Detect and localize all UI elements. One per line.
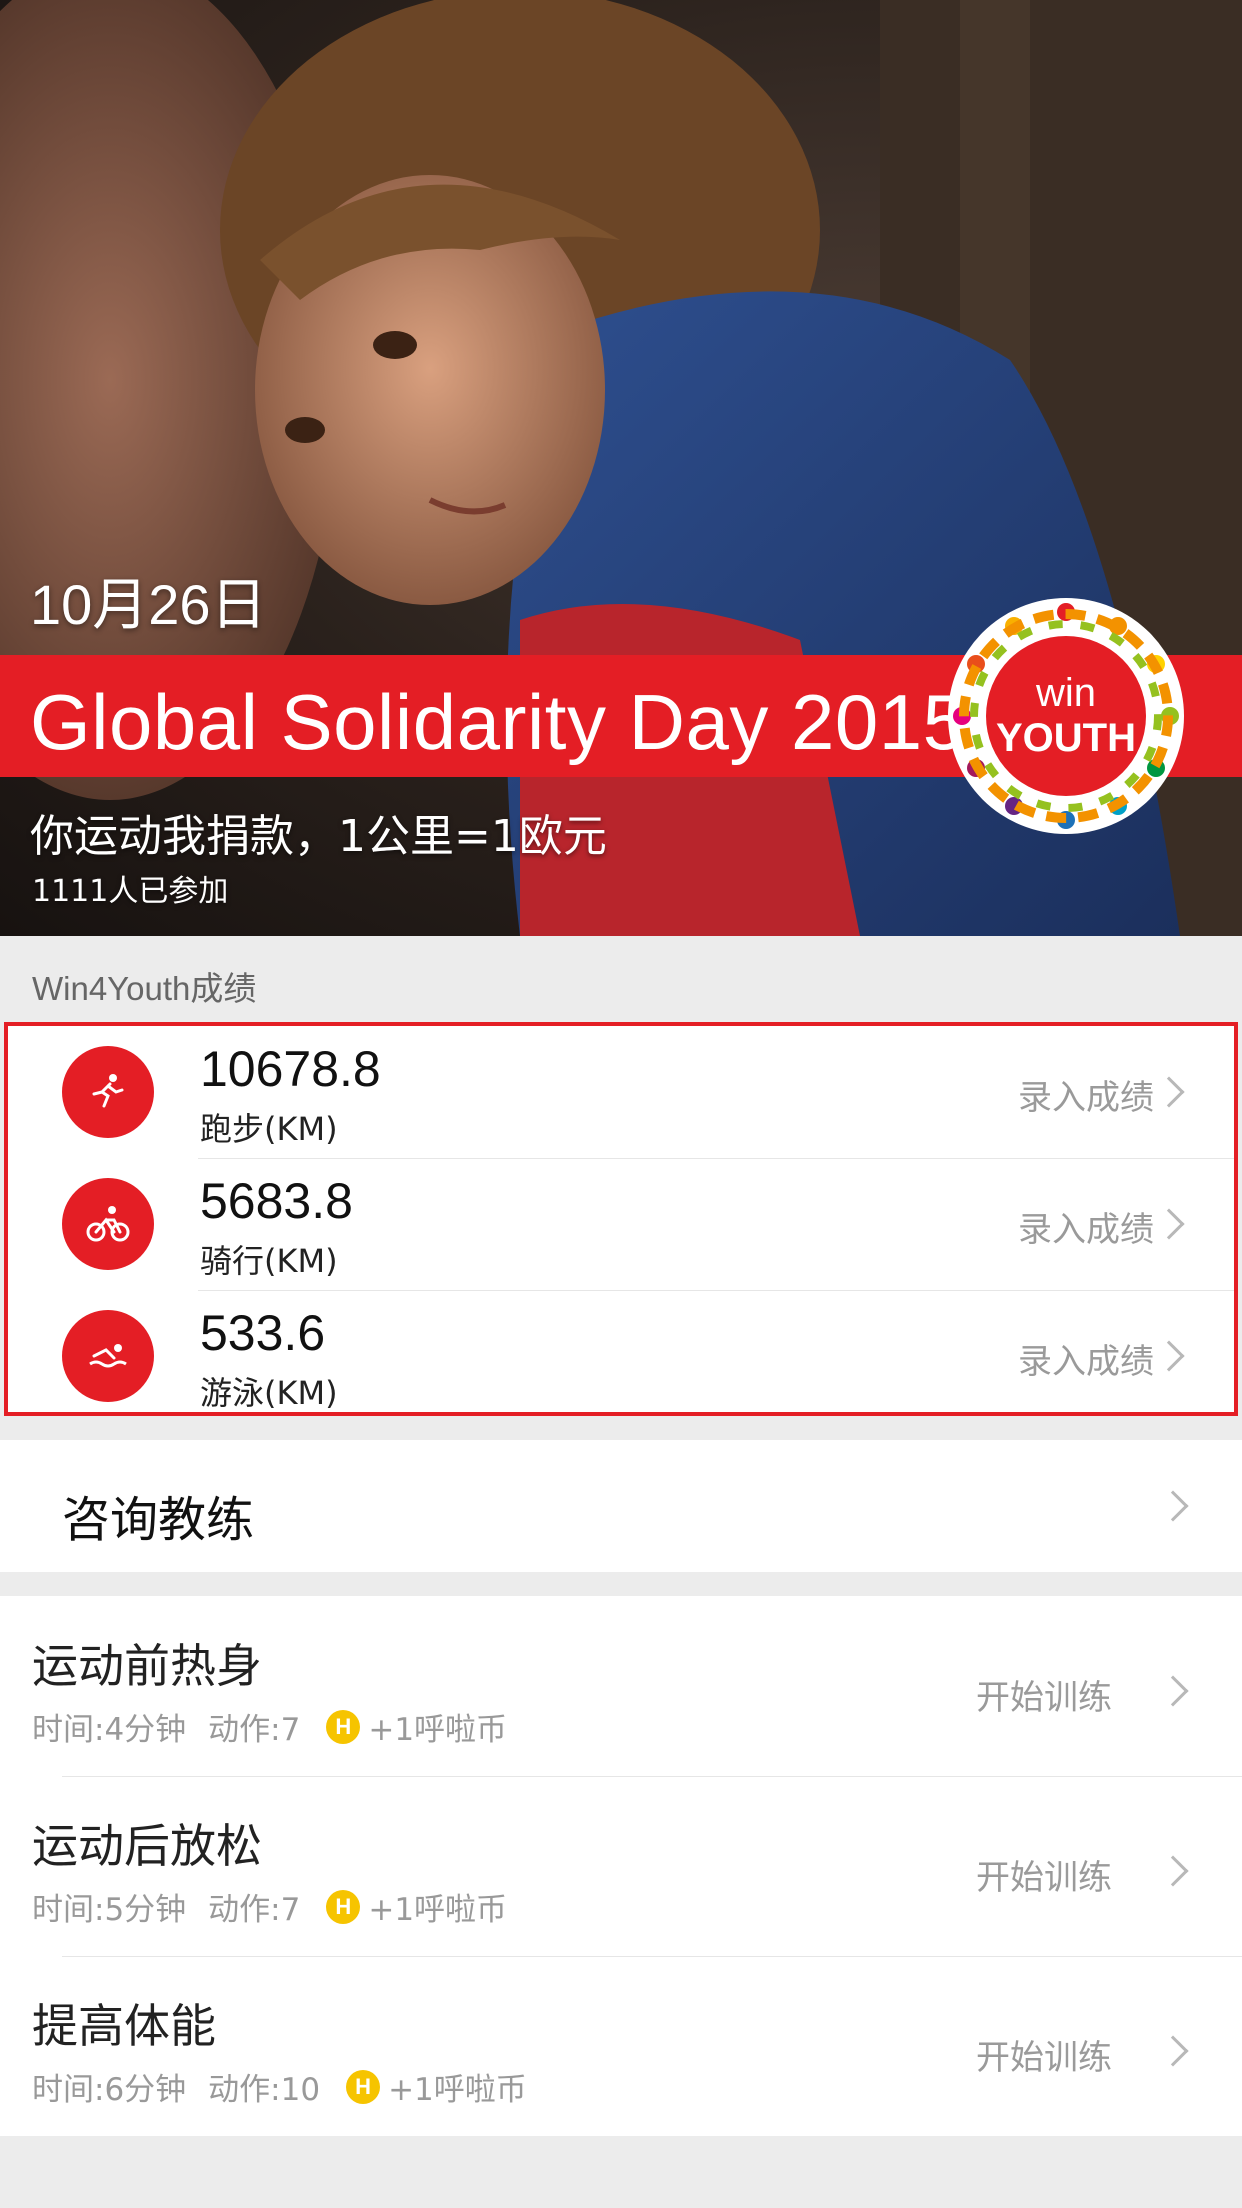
consult-coach-label: 咨询教练	[62, 1492, 255, 1548]
training-reward: +1呼啦币	[368, 1892, 508, 1928]
coin-icon: H	[326, 1889, 361, 1924]
running-icon	[62, 1046, 154, 1138]
hero-banner[interactable]: 10月26日 Global Solidarity Day 2015 win YO…	[0, 0, 1242, 936]
start-training-button[interactable]: 开始训练	[976, 2030, 1112, 2079]
training-meta: 时间:4分钟 动作:7 H +1呼啦币	[32, 1704, 507, 1749]
training-reward: +1呼啦币	[388, 2072, 527, 2108]
enter-result-button[interactable]: 录入成绩	[1018, 1334, 1154, 1383]
result-value: 5683.8	[200, 1173, 353, 1229]
training-title: 运动后放松	[32, 1819, 262, 1873]
swimming-icon	[62, 1310, 154, 1402]
training-item[interactable]: 运动后放松 时间:5分钟 动作:7 H +1呼啦币 开始训练	[0, 1776, 1242, 1956]
training-item[interactable]: 运动前热身 时间:4分钟 动作:7 H +1呼啦币 开始训练	[0, 1596, 1242, 1776]
chevron-right-icon	[1157, 2035, 1189, 2067]
win4youth-logo: win YOUTH	[948, 598, 1184, 834]
event-title: Global Solidarity Day 2015	[30, 678, 967, 766]
coin-icon: H	[346, 2069, 381, 2104]
chevron-right-icon	[1153, 1076, 1185, 1108]
training-meta: 时间:6分钟 动作:10 H +1呼啦币	[32, 2064, 527, 2109]
coin-icon: H	[326, 1709, 361, 1744]
event-slogan: 你运动我捐款，1公里=1欧元	[30, 811, 607, 862]
result-value: 533.6	[200, 1305, 326, 1361]
start-training-button[interactable]: 开始训练	[976, 1670, 1112, 1719]
chevron-right-icon	[1157, 1855, 1189, 1887]
result-unit: 游泳(KM)	[200, 1374, 338, 1412]
cycling-icon	[62, 1178, 154, 1270]
training-list: 运动前热身 时间:4分钟 动作:7 H +1呼啦币 开始训练 运动后放松 时间:…	[0, 1596, 1242, 2136]
result-unit: 跑步(KM)	[200, 1110, 338, 1148]
training-time: 时间:5分钟	[32, 1892, 187, 1928]
training-reward: +1呼啦币	[368, 1712, 508, 1748]
result-row-running[interactable]: 10678.8 跑步(KM) 录入成绩	[8, 1026, 1234, 1158]
chevron-right-icon	[1153, 1340, 1185, 1372]
training-time: 时间:4分钟	[32, 1712, 187, 1748]
training-actions: 动作:7	[208, 1892, 301, 1928]
training-item[interactable]: 提高体能 时间:6分钟 动作:10 H +1呼啦币 开始训练	[0, 1956, 1242, 2136]
chevron-right-icon	[1157, 1490, 1189, 1522]
training-meta: 时间:5分钟 动作:7 H +1呼啦币	[32, 1884, 507, 1929]
training-title: 提高体能	[32, 1999, 216, 2053]
training-title: 运动前热身	[32, 1639, 262, 1693]
chevron-right-icon	[1157, 1675, 1189, 1707]
start-training-button[interactable]: 开始训练	[976, 1850, 1112, 1899]
participant-count: 1111人已参加	[32, 874, 229, 909]
result-row-swimming[interactable]: 533.6 游泳(KM) 录入成绩	[8, 1290, 1234, 1422]
event-date: 10月26日	[30, 573, 267, 636]
svg-text:YOUTH: YOUTH	[996, 716, 1136, 760]
results-panel: 10678.8 跑步(KM) 录入成绩 5683.8 骑行(KM) 录入成绩 5…	[4, 1022, 1238, 1416]
training-actions: 动作:10	[208, 2072, 321, 2108]
consult-coach-row[interactable]: 咨询教练	[0, 1440, 1242, 1572]
result-value: 10678.8	[200, 1041, 381, 1097]
enter-result-button[interactable]: 录入成绩	[1018, 1070, 1154, 1119]
result-unit: 骑行(KM)	[200, 1242, 338, 1280]
result-row-cycling[interactable]: 5683.8 骑行(KM) 录入成绩	[8, 1158, 1234, 1290]
training-actions: 动作:7	[208, 1712, 301, 1748]
chevron-right-icon	[1153, 1208, 1185, 1240]
svg-text:win: win	[1035, 671, 1096, 715]
training-time: 时间:6分钟	[32, 2072, 187, 2108]
enter-result-button[interactable]: 录入成绩	[1018, 1202, 1154, 1251]
results-section-label: Win4Youth成绩	[32, 970, 257, 1007]
